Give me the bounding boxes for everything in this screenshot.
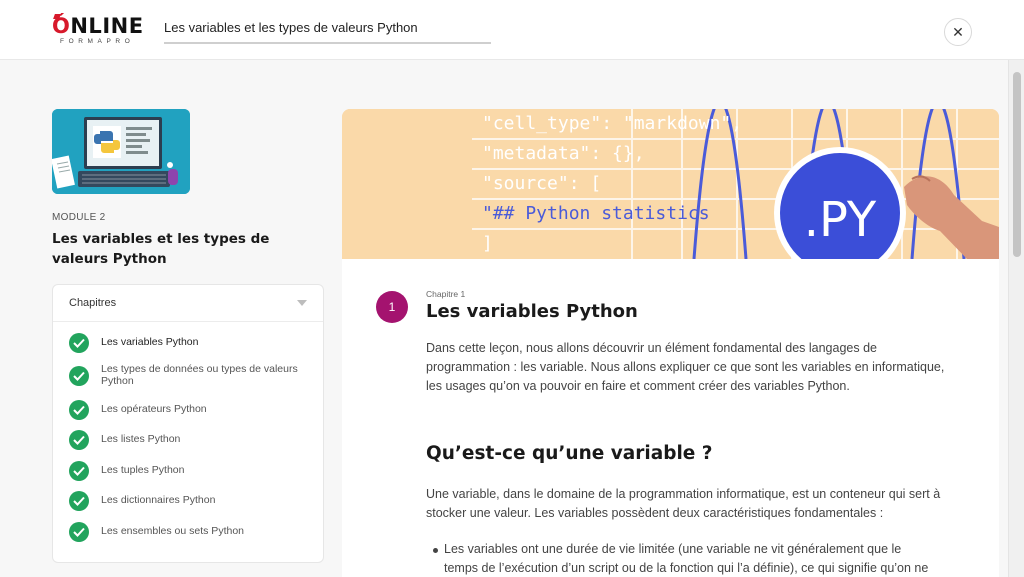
intro-line: les usages qu’on va pouvoir en faire et …	[426, 379, 850, 393]
chapter-title: Les variables Python	[426, 301, 638, 322]
course-title: Les variables et les types de valeurs Py…	[164, 20, 418, 35]
page-scrollbar[interactable]	[1008, 60, 1024, 577]
scrollbar-thumb[interactable]	[1013, 72, 1021, 257]
chapter-kicker: Chapitre 1	[426, 289, 466, 299]
bullet-line: temps de l’exécution d’un script ou de l…	[444, 561, 929, 575]
check-circle-icon	[69, 491, 89, 511]
chapter-number-badge: 1	[376, 291, 408, 323]
chapter-label: Les tuples Python	[101, 464, 185, 476]
chapters-header[interactable]: Chapitres	[53, 285, 323, 322]
section-heading: Qu’est-ce qu’une variable ?	[426, 443, 713, 464]
top-bar: ÓNLINE FORMAPRO Les variables et les typ…	[0, 0, 1024, 60]
chapter-label: Les types de données ou types de valeurs…	[101, 363, 298, 387]
module-title: Les variables et les types de valeurs Py…	[52, 231, 270, 267]
lesson-content: 1 Chapitre 1 Les variables Python Dans c…	[342, 259, 999, 577]
python-laptop-illustration	[52, 109, 190, 194]
module-label: MODULE 2	[52, 212, 106, 223]
title-underline	[164, 42, 491, 44]
intro-line: programmation : les variable. Nous allon…	[426, 360, 945, 374]
check-circle-icon	[69, 366, 89, 386]
hero-banner: "cell_type": "markdown", "metadata": {},…	[342, 109, 999, 259]
chapter-label: Les opérateurs Python	[101, 403, 207, 415]
intro-line: Dans cette leçon, nous allons découvrir …	[426, 341, 877, 355]
check-circle-icon	[69, 461, 89, 481]
code-line: "cell_type": "markdown",	[482, 113, 742, 134]
code-line: "source": [	[482, 173, 601, 194]
chapter-label: Les variables Python	[101, 336, 199, 348]
code-line: ]	[482, 233, 493, 254]
python-code-illustration: "cell_type": "markdown", "metadata": {},…	[342, 109, 999, 259]
close-button[interactable]: ✕	[944, 18, 972, 46]
chapter-label: Les dictionnaires Python	[101, 494, 216, 506]
body-line: Une variable, dans le domaine de la prog…	[426, 487, 941, 501]
code-line: "metadata": {},	[482, 143, 645, 164]
chapters-heading: Chapitres	[69, 297, 117, 309]
chapter-label: Les ensembles ou sets Python	[101, 525, 245, 537]
check-circle-icon	[69, 333, 89, 353]
check-circle-icon	[69, 400, 89, 420]
py-badge-text: .PY	[804, 192, 877, 248]
code-line: "## Python statistics	[482, 203, 710, 224]
check-circle-icon	[69, 522, 89, 542]
close-icon: ✕	[952, 24, 964, 40]
module-thumbnail	[52, 109, 190, 194]
body-line: stocker une valeur. Les variables possèd…	[426, 506, 884, 520]
bullet-marker	[433, 548, 438, 553]
chapters-panel: Chapitres Les variables Python Les types…	[52, 284, 324, 563]
check-circle-icon	[69, 430, 89, 450]
logo-wordmark: ÓNLINE	[52, 14, 144, 38]
logo[interactable]: ÓNLINE FORMAPRO	[52, 14, 143, 48]
bullet-line: Les variables ont une durée de vie limit…	[444, 542, 902, 556]
chevron-down-icon	[297, 300, 307, 306]
chapter-label: Les listes Python	[101, 433, 181, 445]
logo-tagline: FORMAPRO	[60, 38, 135, 45]
